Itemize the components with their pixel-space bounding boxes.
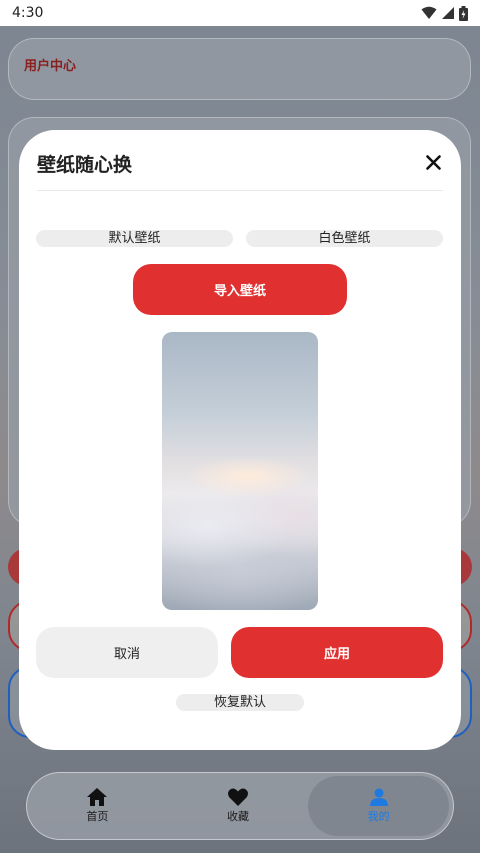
user-center-header-card	[8, 38, 471, 100]
wifi-icon	[421, 6, 437, 19]
nav-item-favorites-label: 收藏	[227, 810, 249, 823]
status-icons	[421, 5, 468, 21]
wallpaper-dialog: 壁纸随心换 默认壁纸 白色壁纸 导入壁纸 取消 应用 恢复默认	[19, 130, 461, 750]
wallpaper-preview-image	[162, 332, 318, 610]
title-divider	[37, 190, 443, 191]
status-time: 4:30	[12, 5, 44, 21]
nav-item-home-label: 首页	[86, 810, 109, 823]
user-icon	[369, 788, 388, 806]
heart-icon	[228, 788, 248, 806]
nav-item-favorites[interactable]: 收藏	[168, 773, 309, 839]
cancel-button[interactable]: 取消	[36, 627, 218, 678]
close-button[interactable]	[421, 150, 445, 174]
reset-default-button[interactable]: 恢复默认	[176, 694, 304, 711]
nav-item-profile-label: 我的	[367, 810, 390, 823]
user-center-title: 用户中心	[24, 59, 77, 74]
bottom-navigation: 首页 收藏 我的	[26, 772, 454, 840]
close-icon	[425, 154, 441, 170]
dialog-title: 壁纸随心换	[37, 154, 133, 176]
signal-icon	[442, 7, 454, 19]
nav-item-home[interactable]: 首页	[27, 773, 168, 839]
default-wallpaper-button[interactable]: 默认壁纸	[36, 230, 233, 247]
status-bar: 4:30	[0, 0, 480, 26]
apply-button[interactable]: 应用	[231, 627, 443, 678]
home-icon	[87, 788, 108, 806]
battery-icon	[459, 5, 468, 21]
import-wallpaper-button[interactable]: 导入壁纸	[133, 264, 347, 315]
white-wallpaper-button[interactable]: 白色壁纸	[246, 230, 443, 247]
nav-item-profile[interactable]: 我的	[308, 776, 450, 836]
